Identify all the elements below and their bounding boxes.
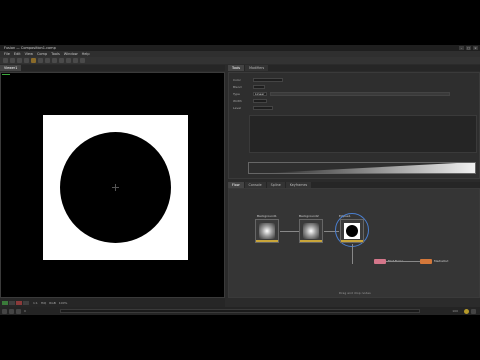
node-label: MediaOut	[434, 259, 449, 263]
viewer-lut-icon[interactable]	[9, 300, 15, 305]
fusion-window: Fusion — Composition1.comp – □ × File Ed…	[0, 45, 480, 315]
param-row: Type Linear	[233, 91, 450, 96]
param-level-field[interactable]	[253, 105, 273, 110]
node-output-bar	[341, 240, 363, 242]
viewer-channel-icon[interactable]	[2, 300, 8, 305]
merge-tool-icon[interactable]	[24, 58, 29, 63]
timeline-ruler[interactable]	[60, 309, 420, 313]
tool-bar	[0, 57, 480, 64]
node-label: Background2	[299, 214, 319, 218]
text-tool-icon[interactable]	[17, 58, 22, 63]
media-out-node[interactable]	[420, 259, 432, 264]
window-title: Fusion — Composition1.comp	[4, 46, 56, 50]
viewer-quality[interactable]: HiQ	[41, 301, 46, 305]
background2-node[interactable]	[299, 219, 323, 243]
node-thumbnail	[344, 223, 360, 239]
settings-icon[interactable]	[471, 308, 476, 314]
viewer-scale[interactable]: 1:1	[33, 301, 38, 305]
param-type-slider[interactable]	[270, 91, 450, 96]
paint-tool-icon[interactable]	[10, 58, 15, 63]
tab-modifiers[interactable]: Modifiers	[245, 65, 269, 71]
menu-tools[interactable]: Tools	[51, 52, 60, 56]
menu-comp[interactable]: Comp	[37, 52, 47, 56]
blur-tool-icon[interactable]	[52, 58, 57, 63]
menu-file[interactable]: File	[4, 52, 10, 56]
param-label: Width	[233, 98, 242, 103]
menu-view[interactable]: View	[25, 52, 33, 56]
viewer-canvas[interactable]	[43, 115, 188, 260]
viewer-panel[interactable]	[0, 72, 225, 298]
tab-viewer1[interactable]: Viewer1	[0, 65, 22, 71]
node-graph[interactable]: Background1 Background2 Ellipse1 Fast No…	[228, 188, 480, 298]
node-output-bar	[300, 240, 322, 242]
stop-icon[interactable]	[9, 308, 14, 314]
maximize-button[interactable]: □	[466, 46, 471, 50]
close-button[interactable]: ×	[473, 46, 478, 50]
node-thumbnail	[259, 223, 275, 239]
play-icon[interactable]	[16, 308, 21, 314]
node-label: Background1	[257, 214, 277, 218]
param-row: Level	[233, 105, 273, 110]
param-row: Color	[233, 77, 283, 82]
node-thumbnail	[303, 223, 319, 239]
ellipse1-node[interactable]	[340, 219, 364, 243]
gradient-ramp-frame[interactable]	[248, 162, 476, 174]
menu-edit[interactable]: Edit	[14, 52, 21, 56]
frame-start[interactable]: 0	[24, 309, 26, 313]
color-correct-tool-icon[interactable]	[66, 58, 71, 63]
loader-tool-icon[interactable]	[73, 58, 78, 63]
inspector-tabs: Tools Modifiers	[228, 65, 480, 71]
param-type-dropdown[interactable]: Linear	[253, 91, 267, 96]
curve-editor[interactable]	[249, 115, 477, 153]
viewer-grid-icon[interactable]	[23, 300, 29, 305]
param-label: Blend	[233, 84, 242, 89]
transform-tool-icon[interactable]	[59, 58, 64, 63]
viewer-channels[interactable]: RGB	[49, 301, 55, 305]
saver-tool-icon[interactable]	[80, 58, 85, 63]
node-graph-hint: Drag and drop nodes	[339, 291, 371, 295]
connection-line	[386, 261, 420, 262]
fast-noise-node[interactable]	[374, 259, 386, 264]
tab-tools[interactable]: Tools	[228, 65, 245, 71]
crosshair-h	[112, 187, 119, 188]
viewer-controls: 1:1 HiQ RGB 100%	[0, 298, 225, 307]
param-row: Width	[233, 98, 267, 103]
param-row: Blend	[233, 84, 265, 89]
menu-window[interactable]: Window	[64, 52, 78, 56]
viewer-tabs: Viewer1	[0, 65, 225, 71]
render-icon[interactable]	[464, 308, 469, 314]
rectangle-tool-icon[interactable]	[38, 58, 43, 63]
polygon-tool-icon[interactable]	[45, 58, 50, 63]
menu-help[interactable]: Help	[82, 52, 90, 56]
frame-end[interactable]: 100	[452, 309, 458, 313]
param-label: Level	[233, 105, 241, 110]
connection-line	[280, 231, 299, 232]
viewer-zoom[interactable]: 100%	[59, 301, 68, 305]
param-label: Type	[233, 91, 240, 96]
param-width-field[interactable]	[253, 98, 267, 103]
param-color-field[interactable]	[253, 77, 283, 82]
minimize-button[interactable]: –	[459, 46, 464, 50]
param-label: Color	[233, 77, 241, 82]
background1-node[interactable]	[255, 219, 279, 243]
play-reverse-icon[interactable]	[2, 308, 7, 314]
viewer-roi-icon[interactable]	[16, 300, 22, 305]
param-blend-field[interactable]	[253, 84, 265, 89]
connection-line	[352, 244, 353, 264]
ellipse-tool-icon[interactable]	[31, 58, 36, 63]
viewer-active-indicator	[2, 74, 10, 75]
node-output-bar	[256, 240, 278, 242]
background-tool-icon[interactable]	[3, 58, 8, 63]
